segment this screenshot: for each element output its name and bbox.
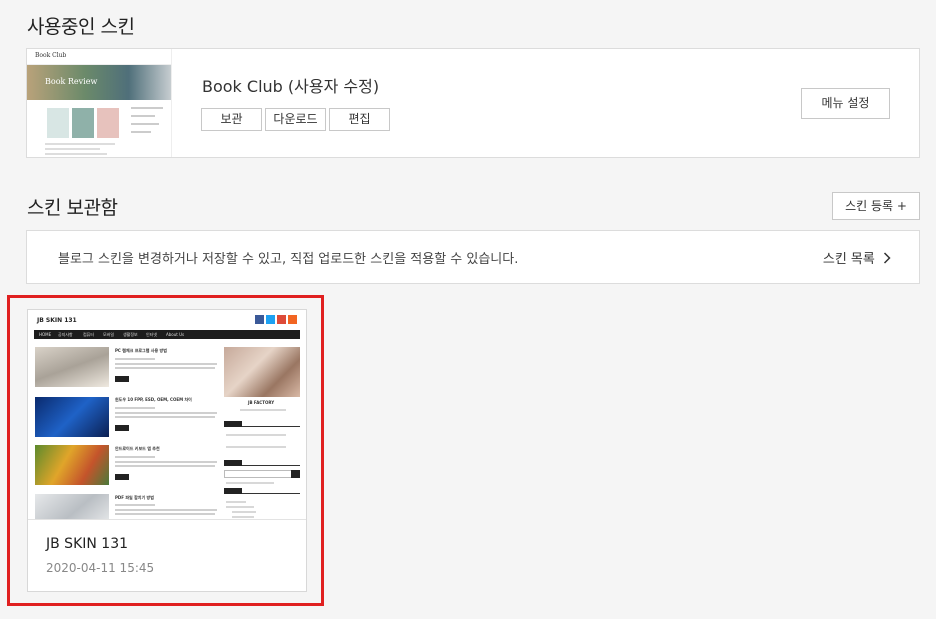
menu-settings-button[interactable]: 메뉴 설정 [801, 88, 890, 119]
skin-info-bar: 블로그 스킨을 변경하거나 저장할 수 있고, 직접 업로드한 스킨을 적용할 … [26, 230, 920, 284]
thumb-more-button [115, 425, 129, 431]
thumb-side-line [131, 107, 163, 109]
thumb-nav-item: 공지사항 [58, 332, 73, 337]
thumb-side-line [226, 501, 246, 503]
thumb-nav-item: HOME [39, 332, 52, 337]
thumb-side-heading [224, 421, 300, 427]
thumb-post-title: 안드로이드 키보드 앱 추천 [115, 446, 160, 451]
thumb-more-button [115, 474, 129, 480]
thumb-post-image [35, 494, 109, 519]
current-skin-card: Book Club Book Review Book Club (사용자 수정)… [26, 48, 920, 158]
thumb-side-line [232, 516, 254, 518]
thumb-side-line [226, 506, 254, 508]
current-skin-thumbnail[interactable]: Book Club Book Review [27, 49, 172, 157]
thumb-text-line [45, 153, 107, 155]
keep-button[interactable]: 보관 [201, 108, 262, 131]
current-skin-name: Book Club (사용자 수정) [202, 77, 380, 96]
thumb-book-1 [47, 108, 69, 138]
thumb-post-line [115, 465, 215, 467]
thumb-post-line [115, 367, 215, 369]
thumb-side-line [131, 131, 151, 133]
skin-card[interactable]: JB SKIN 131 HOME 공지사항 컴퓨터 모바일 생활정보 인터넷 A… [27, 309, 307, 592]
thumb-side-line [232, 511, 256, 513]
google-plus-icon [277, 315, 286, 324]
download-button[interactable]: 다운로드 [265, 108, 326, 131]
thumb-book-2 [72, 108, 94, 138]
skin-card-date: 2020-04-11 15:45 [46, 561, 155, 575]
thumb-post-line [115, 509, 217, 511]
thumb-side-heading [224, 488, 300, 494]
thumb-nav-item: 생활정보 [123, 332, 138, 337]
thumb-side-line [226, 482, 274, 484]
thumb-nav-item: 컴퓨터 [83, 332, 95, 337]
thumb-nav-bar: HOME 공지사항 컴퓨터 모바일 생활정보 인터넷 About Us [34, 330, 300, 339]
thumb-post-line [115, 407, 155, 409]
thumb-search-button [291, 470, 300, 478]
in-use-section-title: 사용중인 스킨 [27, 16, 135, 38]
skin-list-label: 스킨 목록 [822, 252, 875, 267]
edit-button[interactable]: 편집 [329, 108, 390, 131]
thumb-side-heading [224, 460, 300, 466]
thumb-text-line [45, 143, 115, 145]
thumb-nav-item: About Us [166, 332, 185, 337]
thumb-side-line [226, 434, 286, 436]
skin-register-button[interactable]: 스킨 등록 + [832, 192, 920, 220]
thumb-side-line [131, 115, 155, 117]
thumb-nav-item: 인터넷 [146, 332, 158, 337]
thumb-book-3 [97, 108, 119, 138]
thumb-post-title: 윈도우 10 FPP, ESD, OEM, COEM 차이 [115, 397, 192, 402]
thumb-search-box [224, 470, 300, 478]
thumb-profile-image [224, 347, 300, 397]
thumb-post-image [35, 347, 109, 387]
thumb-site-title: JB SKIN 131 [37, 317, 77, 324]
skin-card-thumbnail[interactable]: JB SKIN 131 HOME 공지사항 컴퓨터 모바일 생활정보 인터넷 A… [28, 310, 306, 520]
thumb-post-title: PDF 파일 합치기 방법 [115, 495, 154, 500]
twitter-icon [266, 315, 275, 324]
skin-info-text: 블로그 스킨을 변경하거나 저장할 수 있고, 직접 업로드한 스킨을 적용할 … [58, 252, 519, 267]
thumb-hero-text: Book Review [45, 77, 98, 86]
thumb-nav-item: 모바일 [103, 332, 115, 337]
rss-icon [288, 315, 297, 324]
chevron-right-icon [883, 251, 891, 268]
thumb-side-line [240, 409, 286, 411]
thumb-post-line [115, 513, 215, 515]
thumb-post-line [115, 416, 215, 418]
thumb-post-line [115, 504, 155, 506]
thumb-side-line [131, 123, 159, 125]
thumb-post-line [115, 456, 155, 458]
thumb-post-title: PC 램체크 프로그램 사용 방법 [115, 348, 167, 353]
thumb-logo: Book Club [35, 52, 67, 59]
skin-card-name: JB SKIN 131 [46, 536, 129, 552]
thumb-post-line [115, 461, 217, 463]
thumb-post-image [35, 397, 109, 437]
thumb-post-line [115, 358, 155, 360]
skin-list-link[interactable]: 스킨 목록 [823, 248, 891, 268]
thumb-side-line [226, 446, 286, 448]
facebook-icon [255, 315, 264, 324]
thumb-post-line [115, 363, 217, 365]
thumb-more-button [115, 376, 129, 382]
skin-store-section-title: 스킨 보관함 [27, 197, 118, 219]
thumb-profile-name: JB FACTORY [248, 400, 275, 405]
thumb-post-image [35, 445, 109, 485]
thumb-post-line [115, 412, 217, 414]
thumb-text-line [45, 148, 100, 150]
